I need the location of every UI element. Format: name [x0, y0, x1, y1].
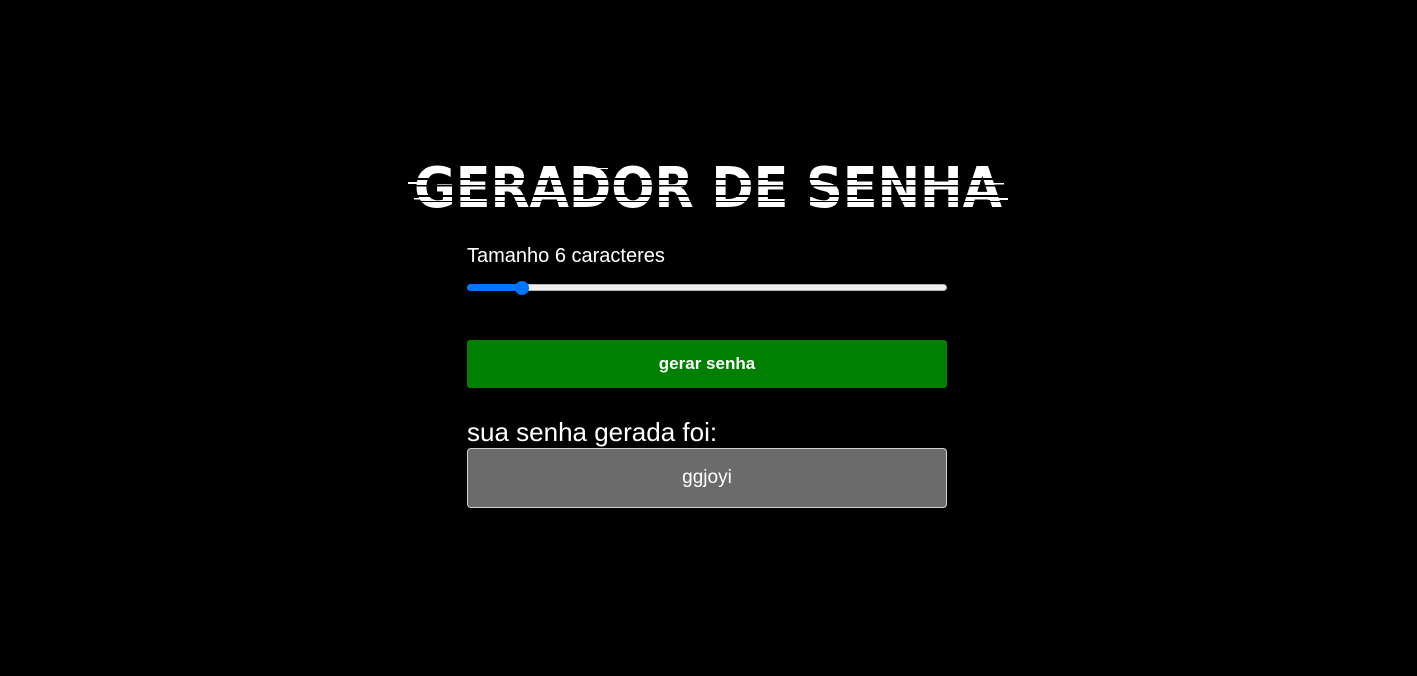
slider-thumb[interactable] [514, 281, 529, 295]
password-generator-page: GERADOR DE SENHA Tamanho 6 caracteres ge… [0, 0, 1417, 676]
result-label: sua senha gerada foi: [467, 417, 718, 447]
page-title: GERADOR DE SENHA [408, 154, 1008, 216]
generate-password-button[interactable]: gerar senha [467, 340, 947, 388]
title-svg: GERADOR DE SENHA [408, 156, 1008, 216]
length-slider[interactable] [467, 280, 947, 296]
slider-fill [467, 284, 522, 291]
password-text: ggjoyi [682, 467, 732, 488]
title-text: GERADOR DE SENHA [414, 156, 1003, 216]
password-output[interactable]: ggjoyi [467, 448, 947, 508]
length-controls: Tamanho 6 caracteres [467, 243, 947, 296]
length-label: Tamanho 6 caracteres [467, 245, 665, 267]
slider-track [467, 284, 947, 291]
